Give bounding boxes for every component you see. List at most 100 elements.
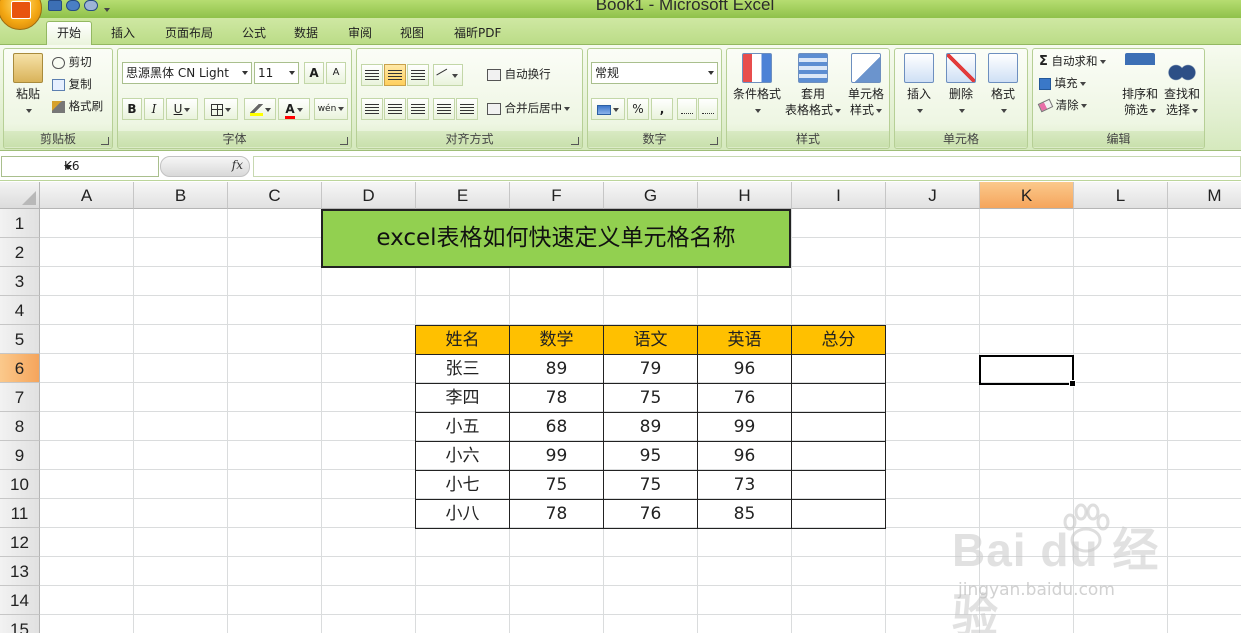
name-box-dropdown-icon[interactable]	[64, 165, 72, 170]
column-header-k[interactable]: K	[980, 182, 1074, 209]
select-all-corner[interactable]	[0, 182, 40, 209]
format-cells-button[interactable]: 格式	[983, 53, 1023, 118]
tab-page-layout[interactable]: 页面布局	[155, 23, 223, 44]
accounting-format-button[interactable]	[591, 98, 625, 120]
row-header-13[interactable]: 13	[0, 557, 40, 586]
table-cell[interactable]: 76	[603, 499, 698, 529]
increase-indent-button[interactable]	[456, 98, 478, 120]
increase-decimal-button[interactable]	[677, 98, 697, 120]
row-header-7[interactable]: 7	[0, 383, 40, 412]
table-header-cell[interactable]: 总分	[791, 325, 886, 355]
tab-review[interactable]: 审阅	[338, 23, 382, 44]
find-select-button[interactable]: 查找和 选择	[1161, 53, 1203, 118]
column-header-e[interactable]: E	[416, 182, 510, 209]
italic-button[interactable]: I	[144, 98, 164, 120]
align-right-button[interactable]	[407, 98, 429, 120]
row-header-8[interactable]: 8	[0, 412, 40, 441]
cut-button[interactable]: 剪切	[52, 54, 92, 70]
grow-font-button[interactable]: A	[304, 62, 324, 84]
row-header-1[interactable]: 1	[0, 209, 40, 238]
borders-button[interactable]	[204, 98, 238, 120]
align-left-button[interactable]	[361, 98, 383, 120]
table-cell[interactable]: 99	[697, 412, 792, 442]
column-header-h[interactable]: H	[698, 182, 792, 209]
table-cell[interactable]: 95	[603, 441, 698, 471]
tab-data[interactable]: 数据	[284, 23, 328, 44]
decrease-indent-button[interactable]	[433, 98, 455, 120]
table-cell[interactable]: 小六	[415, 441, 510, 471]
clipboard-launcher-icon[interactable]	[101, 137, 109, 145]
table-cell[interactable]: 85	[697, 499, 792, 529]
table-cell[interactable]: 89	[603, 412, 698, 442]
row-header-9[interactable]: 9	[0, 441, 40, 470]
row-header-4[interactable]: 4	[0, 296, 40, 325]
row-header-6[interactable]: 6	[0, 354, 40, 383]
active-cell[interactable]	[979, 355, 1076, 387]
table-header-cell[interactable]: 姓名	[415, 325, 510, 355]
row-header-11[interactable]: 11	[0, 499, 40, 528]
row-header-14[interactable]: 14	[0, 586, 40, 615]
table-cell[interactable]	[791, 470, 886, 500]
table-cell[interactable]: 96	[697, 441, 792, 471]
conditional-formatting-button[interactable]: 条件格式	[729, 53, 785, 118]
align-center-button[interactable]	[384, 98, 406, 120]
row-header-12[interactable]: 12	[0, 528, 40, 557]
column-header-f[interactable]: F	[510, 182, 604, 209]
table-cell[interactable]: 75	[603, 470, 698, 500]
copy-button[interactable]: 复制	[52, 76, 92, 92]
table-header-cell[interactable]: 语文	[603, 325, 698, 355]
column-header-a[interactable]: A	[40, 182, 134, 209]
autosum-button[interactable]: Σ 自动求和	[1039, 53, 1106, 69]
table-cell[interactable]: 张三	[415, 354, 510, 384]
table-cell[interactable]: 小七	[415, 470, 510, 500]
table-cell[interactable]: 89	[509, 354, 604, 384]
sort-filter-button[interactable]: 排序和 筛选	[1119, 53, 1161, 118]
row-header-5[interactable]: 5	[0, 325, 40, 354]
number-format-select[interactable]: 常规	[591, 62, 718, 84]
formula-input[interactable]	[253, 156, 1241, 177]
table-cell[interactable]: 75	[603, 383, 698, 413]
format-painter-button[interactable]: 格式刷	[52, 98, 103, 114]
table-cell[interactable]	[791, 383, 886, 413]
percent-style-button[interactable]: %	[627, 98, 649, 120]
column-header-j[interactable]: J	[886, 182, 980, 209]
table-cell[interactable]	[791, 499, 886, 529]
shrink-font-button[interactable]: A	[326, 62, 346, 84]
row-header-2[interactable]: 2	[0, 238, 40, 267]
paste-button[interactable]: 粘贴	[8, 53, 48, 118]
column-header-m[interactable]: M	[1168, 182, 1241, 209]
table-cell[interactable]: 小五	[415, 412, 510, 442]
table-cell[interactable]: 96	[697, 354, 792, 384]
table-header-cell[interactable]: 数学	[509, 325, 604, 355]
underline-button[interactable]: U	[166, 98, 198, 120]
table-header-cell[interactable]: 英语	[697, 325, 792, 355]
wrap-text-button[interactable]: 自动换行	[487, 66, 551, 82]
clear-button[interactable]: 清除	[1037, 97, 1087, 113]
cell-styles-button[interactable]: 单元格 样式	[841, 53, 891, 118]
table-cell[interactable]: 李四	[415, 383, 510, 413]
row-header-3[interactable]: 3	[0, 267, 40, 296]
title-cell[interactable]: excel表格如何快速定义单元格名称	[321, 209, 791, 268]
table-cell[interactable]: 79	[603, 354, 698, 384]
table-cell[interactable]: 99	[509, 441, 604, 471]
table-cell[interactable]: 75	[509, 470, 604, 500]
worksheet-grid[interactable]: A B C D E F G H I J K L M 1 2 3 4 5 6 7 …	[0, 182, 1241, 633]
column-header-c[interactable]: C	[228, 182, 322, 209]
table-cell[interactable]: 78	[509, 383, 604, 413]
fill-color-button[interactable]	[244, 98, 276, 120]
tab-foxit-pdf[interactable]: 福昕PDF	[444, 23, 511, 44]
font-name-select[interactable]: 思源黑体 CN Light	[122, 62, 252, 84]
align-bottom-button[interactable]	[407, 64, 429, 86]
font-size-select[interactable]: 11	[254, 62, 299, 84]
column-header-b[interactable]: B	[134, 182, 228, 209]
font-color-button[interactable]: A	[278, 98, 310, 120]
number-launcher-icon[interactable]	[710, 137, 718, 145]
align-top-button[interactable]	[361, 64, 383, 86]
insert-function-icon[interactable]: fx	[232, 158, 243, 172]
row-header-15[interactable]: 15	[0, 615, 40, 633]
tab-formulas[interactable]: 公式	[232, 23, 276, 44]
insert-cells-button[interactable]: 插入	[899, 53, 939, 118]
phonetic-button[interactable]: wén	[314, 98, 348, 120]
table-cell[interactable]: 小八	[415, 499, 510, 529]
table-cell[interactable]: 78	[509, 499, 604, 529]
